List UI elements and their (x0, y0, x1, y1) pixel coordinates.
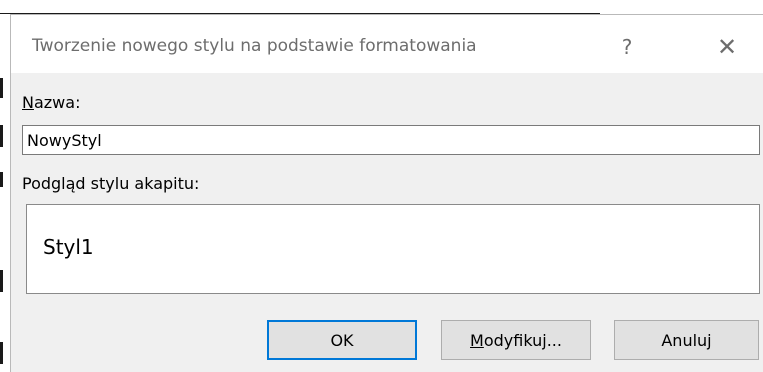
new-style-dialog: Tworzenie nowego stylu na podstawie form… (10, 14, 763, 372)
preview-sample-text: Styl1 (43, 235, 94, 259)
cancel-button-label: Anuluj (661, 330, 712, 350)
close-button[interactable]: ✕ (701, 27, 753, 67)
background-line (0, 78, 3, 98)
background-line (0, 125, 3, 147)
modify-button[interactable]: Modyfikuj... (441, 320, 591, 360)
background-line (0, 342, 3, 364)
background-line (0, 270, 3, 292)
help-icon: ? (621, 35, 633, 59)
ok-button-label: OK (330, 330, 354, 350)
name-label-accelerator: N (22, 93, 34, 112)
close-icon: ✕ (716, 33, 738, 61)
name-label: Nazwa: (22, 93, 80, 112)
help-button[interactable]: ? (601, 27, 653, 67)
name-label-text: azwa: (33, 93, 81, 112)
style-name-input[interactable] (22, 125, 760, 155)
dialog-titlebar[interactable]: Tworzenie nowego stylu na podstawie form… (11, 15, 763, 73)
preview-label: Podgląd stylu akapitu: (22, 174, 200, 193)
style-preview-box: Styl1 (26, 204, 760, 294)
background-line (0, 172, 3, 187)
dialog-title: Tworzenie nowego stylu na podstawie form… (32, 36, 477, 56)
ok-button[interactable]: OK (267, 320, 417, 360)
cancel-button[interactable]: Anuluj (614, 320, 759, 360)
modify-button-accelerator: M (470, 330, 484, 350)
modify-button-label: odyfikuj... (483, 330, 562, 350)
